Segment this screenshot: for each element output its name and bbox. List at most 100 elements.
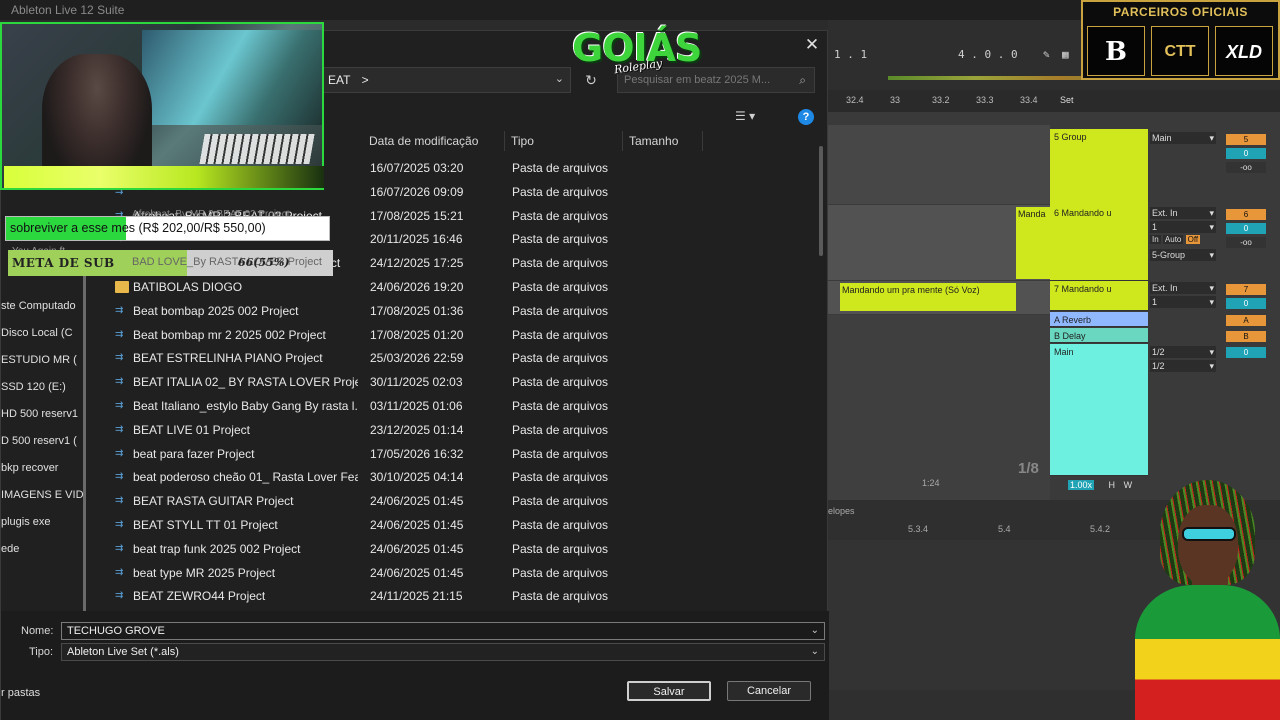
monitor-switch[interactable]: In Auto Off	[1150, 235, 1216, 247]
nav-item[interactable]: Disco Local (C	[1, 324, 73, 342]
volume-value[interactable]: 0	[1226, 347, 1266, 358]
volume-value[interactable]: 0	[1226, 223, 1266, 234]
clip-name: Manda	[1018, 209, 1046, 219]
file-row[interactable]: ⇉ beat type MR 2025 Project 24/06/2025 01:…	[101, 561, 821, 585]
file-row[interactable]: ⇉ Beat Italiano_estylo Baby Gang By rasta…	[101, 394, 821, 418]
track-header-group[interactable]: 5 Group	[1050, 129, 1148, 209]
save-button[interactable]: Salvar	[627, 681, 711, 701]
chevron-down-icon[interactable]: ⌄	[811, 645, 819, 659]
list-scrollbar[interactable]	[819, 146, 823, 256]
help-icon[interactable]: ?	[798, 109, 814, 125]
type-label: Tipo:	[29, 646, 54, 658]
column-type[interactable]: Tipo	[505, 131, 623, 151]
quantize-fraction[interactable]: 1/8	[1018, 460, 1039, 477]
lane-group[interactable]	[828, 125, 1050, 205]
file-row[interactable]: ⇉ BEAT ZEWRO44 Project 24/11/2025 21:15 Pas…	[101, 584, 821, 608]
file-row[interactable]: BATIBOLAS DIOGO 24/06/2026 19:20 Pasta de …	[101, 275, 821, 299]
name-label: Nome:	[21, 625, 54, 637]
envelopes-tab[interactable]: elopes	[828, 506, 855, 516]
track-header-delay[interactable]: B Delay	[1050, 328, 1148, 343]
screen: Ableton Live 12 Suite 1 . 1 4 . 0 . 0 ✎ …	[0, 0, 1280, 720]
file-row[interactable]: ⇉ BEAT ESTRELINHA PIANO Project 25/03/2026…	[101, 346, 821, 370]
toolbar-position[interactable]: 1 . 1	[834, 48, 867, 61]
time-label: 1:24	[922, 478, 940, 488]
file-row[interactable]: ⇉ beat poderoso cheão 01_ Rasta Lover Fea…	[101, 465, 821, 489]
file-row[interactable]: ⇉ Beat bombap 2025 002 Project 17/08/2025 …	[101, 299, 821, 323]
nav-item[interactable]: plugis exe	[1, 513, 51, 531]
navigation-pane[interactable]: ste Computado Disco Local (C ESTUDIO MR ( S…	[1, 271, 86, 626]
file-row[interactable]: ⇉ Beat bombap mr 2 2025 002 Project 17/08/…	[101, 323, 821, 347]
close-icon[interactable]: ✕	[803, 35, 821, 55]
main-output-select[interactable]: 1/2	[1150, 360, 1216, 372]
file-date: 17/08/2025 15:21	[370, 208, 464, 223]
track-header-6[interactable]: 6 Mandando u	[1050, 205, 1148, 281]
file-row[interactable]: ⇉ BEAT ITALIA 02_ BY RASTA LOVER Project 3…	[101, 370, 821, 394]
view-options-icon[interactable]: ☰ ▾	[735, 109, 771, 127]
app-title: Ableton Live 12 Suite	[11, 3, 125, 17]
column-date[interactable]: Data de modificação	[363, 131, 505, 151]
return-letter[interactable]: B	[1226, 331, 1266, 342]
nav-item[interactable]: HD 500 reserv1	[1, 405, 78, 423]
address-bar[interactable]: EAT > ⌄	[321, 67, 571, 93]
toolbar-loop-length[interactable]: 4 . 0 . 0	[958, 48, 1018, 61]
monitor-in[interactable]: In	[1150, 235, 1161, 244]
nav-item[interactable]: ede	[1, 540, 19, 558]
send-value[interactable]: -oo	[1226, 162, 1266, 173]
file-row[interactable]: ⇉ BEAT RASTA GUITAR Project 24/06/2025 01:…	[101, 489, 821, 513]
file-row[interactable]: ⇉ BEAT LIVE 01 Project 23/12/2025 01:14 Pas…	[101, 418, 821, 442]
set-label[interactable]: Set	[1060, 95, 1074, 105]
monitor-auto[interactable]: Auto	[1162, 235, 1184, 244]
file-type: Pasta de arquivos	[512, 446, 609, 461]
nav-item[interactable]: ESTUDIO MR (	[1, 351, 77, 369]
file-row[interactable]: ⇉ beat para fazer Project 17/05/2026 16:32…	[101, 442, 821, 466]
chevron-down-icon[interactable]: ⌄	[811, 624, 819, 638]
nav-item[interactable]: D 500 reserv1 (	[1, 432, 77, 450]
grid-icon[interactable]: ▦	[1062, 48, 1069, 61]
input-type-select[interactable]: Ext. In	[1150, 207, 1216, 219]
lane-track-7[interactable]: Mandando um pra mente (Só Voz)	[828, 281, 1050, 315]
track-header-reverb[interactable]: A Reverb	[1050, 312, 1148, 327]
send-value[interactable]: -oo	[1226, 237, 1266, 248]
nav-item[interactable]: ste Computado	[1, 297, 76, 315]
hide-folders-toggle[interactable]: r pastas	[1, 687, 40, 699]
input-type-select[interactable]: Ext. In	[1150, 282, 1216, 294]
file-row[interactable]: ⇉ beat trap funk 2025 002 Project 24/06/20…	[101, 537, 821, 561]
nav-item[interactable]: SSD 120 (E:)	[1, 378, 66, 396]
filetype-select[interactable]: Ableton Live Set (*.als) ⌄	[61, 643, 825, 661]
input-channel-select[interactable]: 1	[1150, 221, 1216, 233]
file-name: BATIBOLAS DIOGO	[133, 280, 243, 294]
monitor-off[interactable]: Off	[1185, 235, 1201, 244]
track-number[interactable]: 7	[1226, 284, 1266, 295]
volume-value[interactable]: 0	[1226, 148, 1266, 159]
track-number[interactable]: 6	[1226, 209, 1266, 220]
output-select[interactable]: Main	[1150, 132, 1216, 144]
path-crumb[interactable]: EAT	[328, 73, 350, 87]
audio-clip[interactable]: Manda	[1016, 207, 1050, 279]
column-size[interactable]: Tamanho	[623, 131, 703, 151]
beat-ruler[interactable]: 32.4 33 33.2 33.3 33.4 Set	[828, 90, 1280, 112]
nav-item[interactable]: bkp recover	[1, 459, 58, 477]
track-header-main[interactable]: Main	[1050, 344, 1148, 476]
audio-clip[interactable]: Mandando um pra mente (Só Voz)	[840, 283, 1016, 311]
h-button[interactable]: H	[1109, 480, 1116, 490]
nav-item[interactable]: IMAGENS E VID	[1, 486, 84, 504]
bottom-ruler-label: 5.4	[998, 524, 1011, 534]
chevron-down-icon[interactable]: ⌄	[555, 72, 564, 85]
volume-value[interactable]: 0	[1226, 298, 1266, 309]
zoom-value[interactable]: 1.00x	[1068, 480, 1095, 490]
input-channel-select[interactable]: 1	[1150, 296, 1216, 308]
file-row[interactable]: ⇉ BEAT STYLL TT 01 Project 24/06/2025 01:4…	[101, 513, 821, 537]
main-output-select[interactable]: 1/2	[1150, 346, 1216, 358]
track-header-7[interactable]: 7 Mandando u	[1050, 281, 1148, 311]
file-type: Pasta de arquivos	[512, 303, 609, 318]
return-letter[interactable]: A	[1226, 315, 1266, 326]
cancel-button[interactable]: Cancelar	[727, 681, 811, 701]
track-number[interactable]: 5	[1226, 134, 1266, 145]
underlying-file-text: BAD LOVE_By RASTA LOVER Project	[132, 256, 322, 268]
chevron-right-icon: >	[361, 73, 369, 87]
filename-input[interactable]: TECHUGO GROVE ⌄	[61, 622, 825, 640]
zoom-controls[interactable]: 1.00x H W	[1050, 480, 1140, 494]
output-group-select[interactable]: 5-Group	[1150, 249, 1216, 261]
pencil-icon[interactable]: ✎	[1043, 48, 1050, 61]
lane-track-6[interactable]: Manda	[828, 205, 1050, 281]
